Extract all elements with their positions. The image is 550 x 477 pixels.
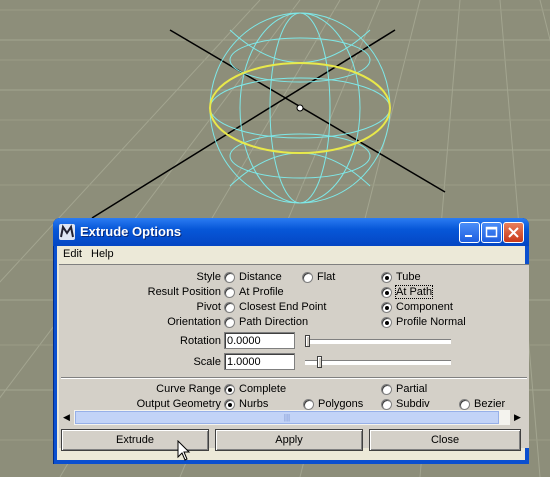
style-label: Style	[196, 271, 221, 283]
option-label: At Path	[394, 285, 434, 299]
radio-bezier	[459, 399, 470, 410]
rotation-slider-thumb[interactable]	[305, 335, 310, 347]
option-label: Subdiv	[396, 398, 430, 410]
mouse-pointer-icon	[177, 440, 191, 461]
orientation-label: Orientation	[167, 316, 221, 328]
title-bar[interactable]: Extrude Options	[53, 218, 529, 246]
close-button[interactable]: Close	[369, 429, 521, 451]
horizontal-scrollbar[interactable]: ◀ ||| ▶	[59, 410, 525, 425]
option-label: Partial	[396, 383, 428, 395]
rotation-field[interactable]: 0.0000	[224, 332, 295, 349]
rotation-slider-track[interactable]	[305, 339, 451, 344]
radio-polygons	[303, 399, 314, 410]
curve-range-label: Curve Range	[156, 383, 221, 395]
option-label: Flat	[317, 271, 336, 283]
menu-edit[interactable]: Edit	[63, 248, 82, 260]
radio-path-direction	[224, 317, 235, 328]
minimize-icon	[465, 235, 472, 237]
menu-help[interactable]: Help	[91, 248, 114, 260]
pivot-point	[296, 104, 304, 112]
option-label: Distance	[239, 271, 282, 283]
radio-complete	[224, 384, 235, 395]
close-window-button[interactable]	[503, 222, 524, 243]
radio-at-profile	[224, 287, 235, 298]
scroll-left-arrow-icon[interactable]: ◀	[59, 410, 74, 425]
option-label: Component	[396, 301, 453, 313]
output-geometry-label: Output Geometry	[136, 398, 221, 410]
radio-partial	[381, 384, 392, 395]
scale-slider-track[interactable]	[305, 360, 451, 365]
option-label: Bezier	[474, 398, 506, 410]
separator	[61, 377, 527, 379]
scrollbar-thumb[interactable]: |||	[75, 411, 499, 424]
option-label: At Profile	[239, 286, 284, 298]
pivot-label: Pivot	[196, 301, 221, 313]
option-label: Profile Normal	[396, 316, 466, 328]
radio-flat	[302, 272, 313, 283]
maximize-button[interactable]	[481, 222, 502, 243]
rotation-label: Rotation	[180, 335, 221, 347]
option-label: Complete	[239, 383, 287, 395]
radio-subdiv	[381, 399, 392, 410]
radio-profile-normal	[381, 317, 392, 328]
window-title: Extrude Options	[80, 224, 182, 239]
maximize-icon	[485, 226, 498, 238]
scale-slider-thumb[interactable]	[316, 356, 322, 368]
radio-tube	[381, 272, 392, 283]
dialog-client: Edit Help Style Distance Flat Tube Resul…	[57, 246, 529, 460]
scale-label: Scale	[193, 356, 221, 368]
option-label: Path Direction	[239, 316, 309, 328]
scroll-right-arrow-icon[interactable]: ▶	[510, 410, 525, 425]
radio-at-path	[381, 287, 392, 298]
option-label: Nurbs	[239, 398, 269, 410]
result-position-label: Result Position	[147, 286, 221, 298]
radio-closest-end	[224, 302, 235, 313]
close-icon	[508, 227, 519, 238]
minimize-button[interactable]	[459, 222, 480, 243]
maya-icon	[59, 224, 75, 240]
apply-button[interactable]: Apply	[215, 429, 363, 451]
scale-field[interactable]: 1.0000	[224, 353, 295, 370]
radio-nurbs	[224, 399, 235, 410]
radio-distance	[224, 272, 235, 283]
option-label: Polygons	[318, 398, 364, 410]
option-label: Closest End Point	[239, 301, 327, 313]
option-label: Tube	[396, 271, 421, 283]
radio-component	[381, 302, 392, 313]
menubar: Edit Help	[57, 246, 525, 264]
extrude-options-window: Extrude Options Edit Help Style Distance…	[53, 218, 529, 464]
